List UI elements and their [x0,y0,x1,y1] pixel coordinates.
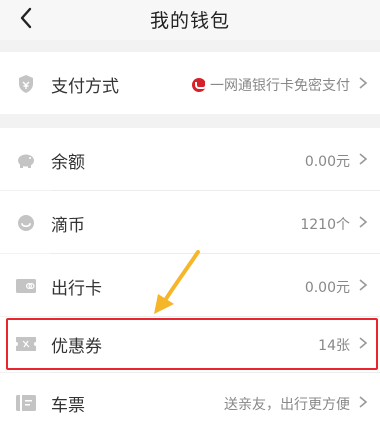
row-coupons[interactable]: 优惠券 14张 [0,317,380,372]
row-value-balance: 0.00元 [304,154,350,170]
row-value-tickets: 送亲友，出行更方便 [224,397,350,413]
coin-icon [16,213,36,233]
row-balance[interactable]: 余额 0.00元 [0,128,380,190]
card-icon [16,276,36,296]
ticket-icon [16,393,36,413]
chevron-right-icon [359,216,368,228]
chevron-right-icon [359,279,368,291]
payment-method-value: 一网通银行卡免密支付 [210,78,350,94]
row-label-travel-card: 出行卡 [51,279,102,299]
nav-bar: 我的钱包 [0,0,380,40]
chevron-right-icon [359,153,368,165]
row-value-coupons: 14张 [318,338,350,354]
row-label-tickets: 车票 [51,396,85,416]
page-title: 我的钱包 [149,10,230,32]
row-label-balance: 余额 [51,153,85,173]
chevron-right-icon [359,337,368,349]
row-label-payment-method: 支付方式 [51,77,119,97]
row-tickets[interactable]: 车票 送亲友，出行更方便 [0,373,380,431]
row-value-travel-card: 0.00元 [304,280,350,296]
row-value-payment-method: 一网通银行卡免密支付 [192,75,350,95]
chevron-right-icon [359,396,368,408]
pointer-arrow-icon [154,250,200,314]
row-label-coupons: 优惠券 [51,337,102,357]
row-value-didi-coins: 1210个 [300,217,350,233]
coupon-icon [16,334,36,354]
chevron-right-icon [359,77,368,89]
row-label-didi-coins: 滴币 [51,216,85,236]
piggy-bank-icon [16,150,36,170]
row-didi-coins[interactable]: 滴币 1210个 [0,191,380,253]
row-payment-method[interactable]: 支付方式 一网通银行卡免密支付 [0,52,380,114]
cmb-logo-icon [192,78,207,92]
shield-icon [16,74,36,94]
